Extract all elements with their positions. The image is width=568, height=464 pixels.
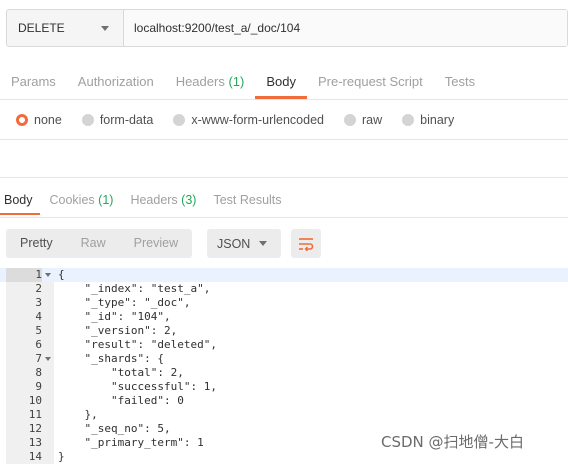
- cookies-count: (1): [98, 193, 114, 207]
- raw-button[interactable]: Raw: [67, 229, 120, 258]
- line-number: 5: [35, 324, 42, 337]
- radio-binary[interactable]: binary: [402, 113, 454, 127]
- request-tabs: Params Authorization Headers (1) Body Pr…: [0, 66, 568, 100]
- code-line: 14}: [0, 450, 568, 464]
- method-select[interactable]: DELETE: [7, 10, 124, 46]
- radio-selected-icon: [16, 114, 28, 126]
- line-number: 14: [28, 450, 42, 463]
- divider: [0, 139, 568, 140]
- code-text: "failed": 0: [58, 394, 184, 407]
- tab-response-body[interactable]: Body: [0, 185, 40, 215]
- radio-icon: [344, 114, 356, 126]
- line-number: 8: [35, 366, 42, 379]
- code-line: 6 "result": "deleted",: [0, 338, 568, 352]
- code-text: },: [58, 408, 98, 421]
- code-line: 10 "failed": 0: [0, 394, 568, 408]
- line-number: 10: [28, 394, 42, 407]
- chevron-down-icon: [101, 26, 109, 31]
- watermark: CSDN @扫地僧-大白: [381, 433, 524, 451]
- code-text: "total": 2,: [58, 366, 184, 379]
- tab-tests[interactable]: Tests: [434, 66, 486, 98]
- line-number: 2: [35, 282, 42, 295]
- code-line: 3 "_type": "_doc",: [0, 296, 568, 310]
- fold-toggle-icon[interactable]: [45, 273, 51, 277]
- line-number: 13: [28, 436, 42, 449]
- code-text: "_primary_term": 1: [58, 436, 204, 449]
- tab-params[interactable]: Params: [0, 66, 67, 98]
- code-text: "_seq_no": 5,: [58, 422, 171, 435]
- tab-headers[interactable]: Headers (1): [165, 66, 256, 98]
- response-headers-count: (3): [181, 193, 197, 207]
- wrap-lines-icon: [299, 237, 314, 251]
- code-line: 11 },: [0, 408, 568, 422]
- line-number: 1: [6, 268, 42, 282]
- divider: [0, 217, 568, 218]
- line-number: 11: [28, 408, 42, 421]
- code-line: 2 "_index": "test_a",: [0, 282, 568, 296]
- preview-button[interactable]: Preview: [120, 229, 192, 258]
- response-tabs: Body Cookies (1) Headers (3) Test Result…: [0, 185, 295, 217]
- code-text: "_type": "_doc",: [58, 296, 191, 309]
- tab-body[interactable]: Body: [255, 66, 307, 99]
- format-select[interactable]: JSON: [207, 229, 281, 258]
- radio-raw[interactable]: raw: [344, 113, 382, 127]
- line-number: 4: [35, 310, 42, 323]
- tab-cookies[interactable]: Cookies (1): [46, 185, 121, 215]
- code-text: "successful": 1,: [58, 380, 217, 393]
- tab-pre-request-script[interactable]: Pre-request Script: [307, 66, 434, 98]
- tab-test-results[interactable]: Test Results: [209, 185, 288, 215]
- radio-icon: [402, 114, 415, 126]
- line-number: 12: [28, 422, 42, 435]
- code-text: "_id": "104",: [58, 310, 171, 323]
- radio-form-data[interactable]: form-data: [81, 113, 153, 127]
- code-text: "_version": 2,: [58, 324, 178, 337]
- request-bar: DELETE localhost:9200/test_a/_doc/104: [6, 9, 568, 47]
- body-type-radios: none form-data x-www-form-urlencoded raw…: [16, 110, 474, 130]
- method-label: DELETE: [18, 21, 65, 35]
- code-line: 4 "_id": "104",: [0, 310, 568, 324]
- radio-x-www-form-urlencoded[interactable]: x-www-form-urlencoded: [173, 113, 324, 127]
- code-line: 8 "total": 2,: [0, 366, 568, 380]
- format-label: JSON: [217, 236, 251, 251]
- line-number: 9: [35, 380, 42, 393]
- fold-toggle-icon[interactable]: [45, 357, 51, 361]
- code-text: "_index": "test_a",: [58, 282, 211, 295]
- url-text: localhost:9200/test_a/_doc/104: [134, 21, 301, 35]
- url-input[interactable]: localhost:9200/test_a/_doc/104: [124, 10, 567, 46]
- radio-icon: [81, 114, 94, 126]
- headers-count: (1): [228, 74, 245, 89]
- radio-none[interactable]: none: [16, 113, 62, 127]
- code-line: 9 "successful": 1,: [0, 380, 568, 394]
- view-mode-group: Pretty Raw Preview: [6, 229, 193, 258]
- code-text: }: [58, 450, 65, 463]
- line-number: 3: [35, 296, 42, 309]
- line-number: 7: [35, 352, 42, 365]
- code-text: "result": "deleted",: [58, 338, 217, 351]
- divider: [0, 99, 568, 100]
- tab-authorization[interactable]: Authorization: [67, 66, 165, 98]
- chevron-down-icon: [259, 241, 267, 246]
- tab-response-headers[interactable]: Headers (3): [126, 185, 203, 215]
- code-text: {: [58, 268, 65, 281]
- code-line: 7 "_shards": {: [0, 352, 568, 366]
- code-line: 1{: [0, 268, 568, 282]
- wrap-lines-button[interactable]: [291, 229, 321, 258]
- code-text: "_shards": {: [58, 352, 164, 365]
- pretty-button[interactable]: Pretty: [6, 229, 67, 258]
- code-line: 5 "_version": 2,: [0, 324, 568, 338]
- line-number: 6: [35, 338, 42, 351]
- radio-icon: [173, 114, 186, 126]
